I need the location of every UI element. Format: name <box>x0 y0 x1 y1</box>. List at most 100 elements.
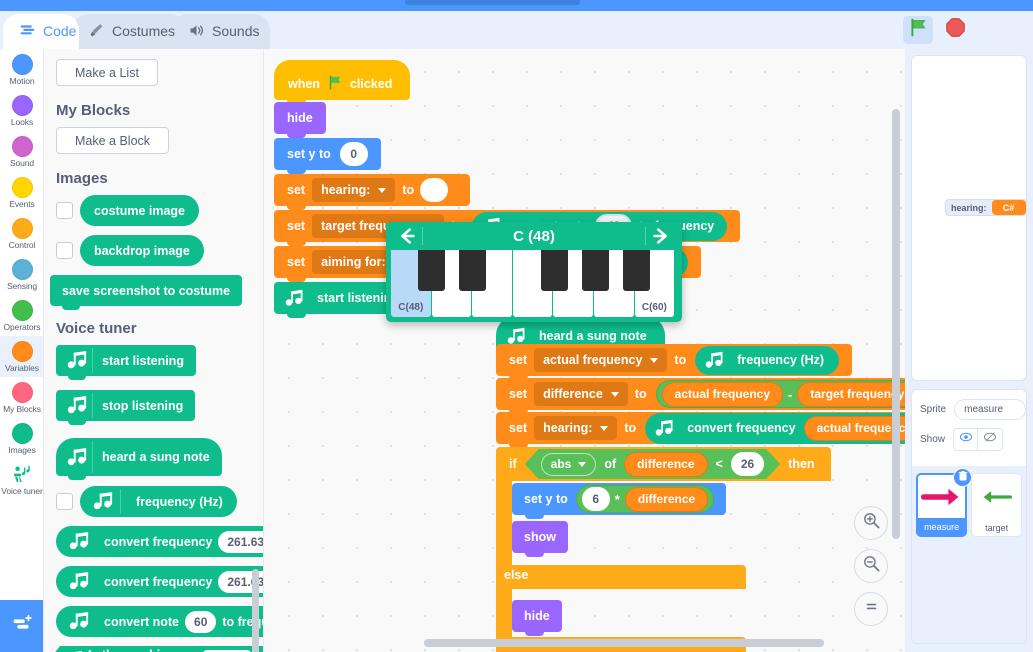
add-extension-button[interactable] <box>0 600 43 652</box>
block-convert-frequency-value[interactable]: 261.63 <box>218 530 263 553</box>
block-less-than-operator[interactable]: abs of difference < 26 <box>525 449 781 479</box>
tab-costumes[interactable]: Costumes <box>72 14 186 49</box>
backdrop-image-monitor-checkbox[interactable] <box>56 242 73 259</box>
category-events[interactable]: Events <box>0 172 43 213</box>
block-frequency-hz[interactable]: frequency (Hz) <box>80 486 237 517</box>
motion-color-dot <box>11 53 33 75</box>
block-hide-else[interactable]: hide <box>512 600 562 636</box>
category-control-label: Control <box>8 239 36 250</box>
block-is-ml-model-ready[interactable]: Is the machine learning model ready <box>48 646 263 652</box>
zoom-reset-icon <box>862 597 881 621</box>
variable-monitor-hearing[interactable]: hearing: C# <box>945 199 1026 216</box>
stage[interactable]: hearing: C# <box>911 55 1027 381</box>
block-set-y-to-product[interactable]: set y to 6 * difference <box>512 483 727 519</box>
block-save-screenshot-to-costume[interactable]: save screenshot to costume <box>50 275 243 310</box>
sprite-card-target[interactable]: target <box>971 473 1022 537</box>
zoom-reset-button[interactable] <box>854 592 888 626</box>
block-stop-listening[interactable]: stop listening <box>56 390 196 425</box>
block-convert-note-value[interactable]: 60 <box>185 610 217 633</box>
set-hearing-value-input[interactable] <box>420 178 449 202</box>
piano-black-key-fs[interactable] <box>541 250 568 291</box>
zoom-out-button[interactable] <box>854 549 888 583</box>
costume-image-monitor-checkbox[interactable] <box>56 202 73 219</box>
multiplier-input[interactable]: 6 <box>581 487 610 511</box>
reporter-difference-2[interactable]: difference <box>624 486 709 512</box>
palette-row-ml-model-ready: Is the machine learning model ready <box>48 646 263 652</box>
reporter-difference[interactable]: difference <box>624 452 707 477</box>
block-convert-note-to-frequency[interactable]: convert note 60 to frequency <box>56 606 263 637</box>
stop-button[interactable] <box>943 18 967 42</box>
palette-row-convert-note-to-frequency: convert note 60 to frequency <box>56 606 263 637</box>
variable-monitor-hearing-label: hearing: <box>951 202 987 213</box>
block-set-hearing-convert[interactable]: set hearing: to convert frequency actual… <box>496 412 905 448</box>
variable-dropdown-actual-frequency[interactable]: actual frequency <box>534 348 668 372</box>
block-set-actual-frequency[interactable]: set actual frequency to frequency (Hz) <box>496 344 853 380</box>
set-y-value-input[interactable]: 0 <box>339 142 368 166</box>
reporter-target-frequency[interactable]: target frequency <box>797 381 905 407</box>
block-set-hearing-empty[interactable]: set hearing: to <box>274 174 471 210</box>
workspace-horizontal-scrollbar[interactable] <box>424 639 824 647</box>
block-set-difference[interactable]: set difference to actual frequency - tar… <box>496 378 905 414</box>
make-a-list-button[interactable]: Make a List <box>56 59 158 86</box>
block-start-listening[interactable]: start listening <box>56 345 196 380</box>
sprite-card-measure[interactable]: measure <box>916 468 973 537</box>
make-a-block-button[interactable]: Make a Block <box>56 127 170 154</box>
threshold-input[interactable]: 26 <box>731 452 764 476</box>
delete-sprite-button[interactable] <box>953 468 973 487</box>
zoom-in-button[interactable] <box>854 506 888 540</box>
eye-icon <box>959 430 973 449</box>
block-multiply-operator[interactable]: 6 * difference <box>575 485 715 513</box>
arrow-left-icon[interactable] <box>396 225 418 247</box>
math-function-dropdown[interactable]: abs <box>541 453 597 476</box>
block-palette[interactable]: Make a List My Blocks Make a Block Image… <box>44 49 264 652</box>
category-operators[interactable]: Operators <box>0 295 43 336</box>
piano-black-key-as[interactable] <box>623 250 650 291</box>
category-variables[interactable]: Variables <box>0 336 43 377</box>
block-backdrop-image[interactable]: backdrop image <box>80 235 204 266</box>
palette-scrollbar[interactable] <box>252 569 259 652</box>
block-set-y-to[interactable]: set y to 0 <box>274 138 381 174</box>
reporter-actual-frequency-2[interactable]: actual frequency <box>803 415 905 441</box>
category-voice-tuner[interactable]: Voice tuner <box>0 459 43 500</box>
block-frequency-hz-inline[interactable]: frequency (Hz) <box>695 345 840 375</box>
block-when-flag-clicked[interactable]: when clicked <box>274 60 411 104</box>
category-motion[interactable]: Motion <box>0 49 43 90</box>
math-function-label: abs <box>550 457 572 471</box>
variable-dropdown-hearing-2[interactable]: hearing: <box>534 416 618 440</box>
arrow-right-icon[interactable] <box>650 225 672 247</box>
show-on-button[interactable] <box>953 428 979 451</box>
block-if-else[interactable]: if abs of difference < 26 then set y to … <box>496 447 831 652</box>
palette-row-costume-image: costume image <box>56 195 263 226</box>
category-sensing[interactable]: Sensing <box>0 254 43 295</box>
block-costume-image[interactable]: costume image <box>80 195 200 226</box>
category-sound[interactable]: Sound <box>0 131 43 172</box>
green-flag-button[interactable] <box>903 16 933 44</box>
piano-black-key-ds[interactable] <box>459 250 486 291</box>
note-picker-popup[interactable]: C (48) C(48) C(60) <box>386 214 682 322</box>
piano-black-key-gs[interactable] <box>582 250 609 291</box>
block-convert-frequency-to-name-inline[interactable]: convert frequency actual frequency to na… <box>645 412 905 444</box>
frequency-hz-monitor-checkbox[interactable] <box>56 493 73 510</box>
category-images[interactable]: Images <box>0 418 43 459</box>
variable-dropdown-difference[interactable]: difference <box>534 382 628 406</box>
block-subtract-operator[interactable]: actual frequency - target frequency <box>655 380 905 408</box>
category-control[interactable]: Control <box>0 213 43 254</box>
block-show[interactable]: show <box>512 521 568 557</box>
block-hide-top[interactable]: hide <box>274 102 326 138</box>
block-convert-frequency-to-note[interactable]: convert frequency 261.63 to note <box>56 566 263 597</box>
tab-code[interactable]: Code <box>3 14 79 49</box>
piano-keys[interactable]: C(48) C(60) <box>391 250 677 317</box>
music-note-icon <box>284 289 308 308</box>
workspace-vertical-scrollbar[interactable] <box>892 109 900 539</box>
code-workspace[interactable]: when clicked hide set y to 0 set hearing… <box>264 49 905 652</box>
show-off-button[interactable] <box>978 428 1004 451</box>
category-looks[interactable]: Looks <box>0 90 43 131</box>
tab-sounds[interactable]: Sounds <box>172 14 270 49</box>
block-heard-a-sung-note[interactable]: heard a sung note <box>56 438 222 480</box>
block-convert-frequency-to-name[interactable]: convert frequency 261.63 to name <box>56 526 263 557</box>
variable-dropdown-hearing[interactable]: hearing: <box>312 178 396 202</box>
reporter-actual-frequency[interactable]: actual frequency <box>661 381 784 407</box>
sprite-name-input[interactable]: measure <box>954 399 1026 420</box>
category-my-blocks[interactable]: My Blocks <box>0 377 43 418</box>
piano-black-key-cs[interactable] <box>418 250 445 291</box>
